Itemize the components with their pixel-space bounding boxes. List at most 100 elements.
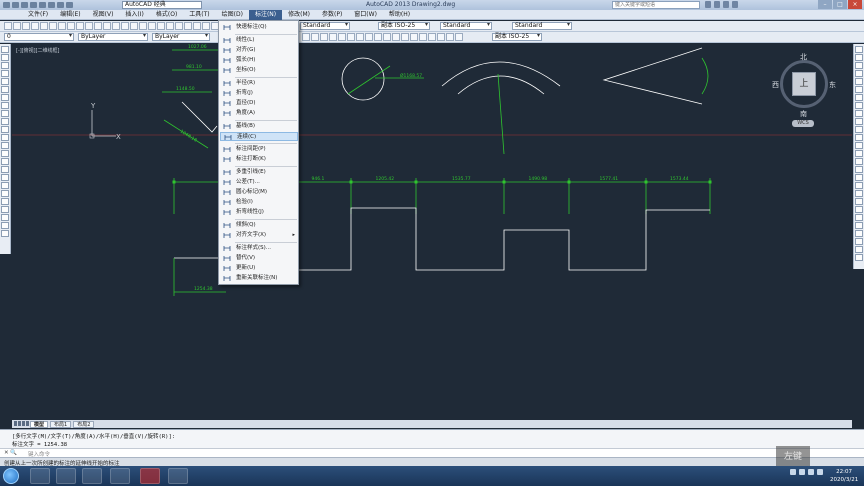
menu-item-override[interactable]: 替代(V) [220,254,298,263]
menu-item-center-mark[interactable]: 圆心标记(M) [220,188,298,197]
modify-tool-icon[interactable] [855,166,863,173]
compass-west[interactable]: 西 [772,80,779,90]
modify-tool-icon[interactable] [855,246,863,253]
draw-tool-icon[interactable] [1,102,9,109]
tab-last-icon[interactable] [26,421,29,426]
draw-tool-icon[interactable] [1,78,9,85]
draw-tool-icon[interactable] [1,206,9,213]
standard-tool-icon[interactable] [49,22,57,30]
dimension-tool-icon[interactable] [365,33,373,41]
tab-layout2[interactable]: 布局2 [73,420,95,428]
dim-style-select-2[interactable]: 副本 ISO-25 [492,33,542,41]
clock[interactable]: 22:07 2020/3/21 [830,468,858,484]
menu-item-linear-dim[interactable]: 线性(L) [220,36,298,45]
search-icon[interactable] [705,1,711,8]
menu-item-0[interactable]: 文件(F) [22,10,54,20]
tray-icon-4[interactable] [817,469,823,475]
taskbar-explorer-icon[interactable] [56,468,76,484]
drawing-canvas[interactable]: [-][俯视][二维线框] 1027.06 981.10 1148.50 124… [12,44,852,420]
lineweight-select[interactable]: ByLayer [152,33,210,41]
dimension-tool-icon[interactable] [383,33,391,41]
modify-tool-icon[interactable] [855,78,863,85]
workspace-select[interactable]: AutoCAD 经典 [122,1,202,9]
signin-icon[interactable] [714,1,720,8]
menu-item-inspect[interactable]: 检验(I) [220,198,298,207]
modify-tool-icon[interactable] [855,118,863,125]
menu-item-dim-space[interactable]: 标注间距(P) [220,145,298,154]
taskbar-ie-icon[interactable] [30,468,50,484]
redo-icon[interactable] [66,2,73,8]
standard-tool-icon[interactable] [112,22,120,30]
taskbar-chrome-icon[interactable] [168,468,188,484]
dimension-tool-icon[interactable] [374,33,382,41]
modify-tool-icon[interactable] [855,126,863,133]
menu-item-continue[interactable]: 连续(C) [220,132,298,141]
start-button[interactable] [3,468,19,484]
standard-tool-icon[interactable] [85,22,93,30]
draw-tool-icon[interactable] [1,142,9,149]
new-icon[interactable] [12,2,19,8]
modify-tool-icon[interactable] [855,238,863,245]
standard-tool-icon[interactable] [148,22,156,30]
modify-tool-icon[interactable] [855,142,863,149]
draw-tool-icon[interactable] [1,174,9,181]
exchange-icon[interactable] [723,1,729,8]
draw-tool-icon[interactable] [1,214,9,221]
maximize-button[interactable]: □ [833,0,847,9]
modify-tool-icon[interactable] [855,174,863,181]
dimension-tool-icon[interactable] [311,33,319,41]
dimension-tool-icon[interactable] [320,33,328,41]
standard-tool-icon[interactable] [157,22,165,30]
modify-tool-icon[interactable] [855,214,863,221]
modify-tool-icon[interactable] [855,254,863,261]
standard-tool-icon[interactable] [166,22,174,30]
modify-tool-icon[interactable] [855,206,863,213]
menu-item-9[interactable]: 参数(P) [316,10,348,20]
layer-select[interactable]: 0 [4,33,74,41]
taskbar-app2-icon[interactable] [110,468,130,484]
tab-first-icon[interactable] [14,421,17,426]
draw-tool-icon[interactable] [1,126,9,133]
menu-item-tolerance[interactable]: 公差(T)... [220,178,298,187]
modify-tool-icon[interactable] [855,150,863,157]
modify-tool-icon[interactable] [855,222,863,229]
dimension-tool-icon[interactable] [437,33,445,41]
standard-tool-icon[interactable] [121,22,129,30]
modify-tool-icon[interactable] [855,54,863,61]
draw-tool-icon[interactable] [1,166,9,173]
dimension-tool-icon[interactable] [410,33,418,41]
standard-tool-icon[interactable] [202,22,210,30]
wcs-menu[interactable]: WCS [792,120,814,127]
dimension-tool-icon[interactable] [329,33,337,41]
dimension-tool-icon[interactable] [455,33,463,41]
help-icon[interactable] [732,1,738,8]
search-input[interactable]: 键入关键字或短语 [612,1,700,9]
draw-tool-icon[interactable] [1,230,9,237]
draw-tool-icon[interactable] [1,150,9,157]
menu-item-1[interactable]: 编辑(E) [54,10,86,20]
taskbar-app-icon[interactable] [82,468,102,484]
draw-tool-icon[interactable] [1,70,9,77]
draw-tool-icon[interactable] [1,62,9,69]
taskbar-autocad-icon[interactable] [140,468,160,484]
tab-model[interactable]: 模型 [30,420,49,428]
menu-item-jogged-linear[interactable]: 折弯线性(J) [220,208,298,217]
saveas-icon[interactable] [39,2,46,8]
tray-icon-2[interactable] [799,469,805,475]
compass-east[interactable]: 东 [829,80,836,90]
menu-item-baseline[interactable]: 基线(B) [220,122,298,131]
menu-item-update[interactable]: 更新(U) [220,264,298,273]
menu-item-5[interactable]: 工具(T) [183,10,215,20]
undo-icon[interactable] [57,2,64,8]
standard-tool-icon[interactable] [13,22,21,30]
draw-tool-icon[interactable] [1,94,9,101]
draw-tool-icon[interactable] [1,182,9,189]
modify-tool-icon[interactable] [855,158,863,165]
draw-tool-icon[interactable] [1,110,9,117]
menu-item-reassociate[interactable]: 重新关联标注(N) [220,274,298,283]
menu-item-diameter[interactable]: 直径(D) [220,99,298,108]
plot-icon[interactable] [48,2,55,8]
menu-item-11[interactable]: 帮助(H) [383,10,416,20]
menu-item-8[interactable]: 修改(M) [282,10,316,20]
save-icon[interactable] [30,2,37,8]
